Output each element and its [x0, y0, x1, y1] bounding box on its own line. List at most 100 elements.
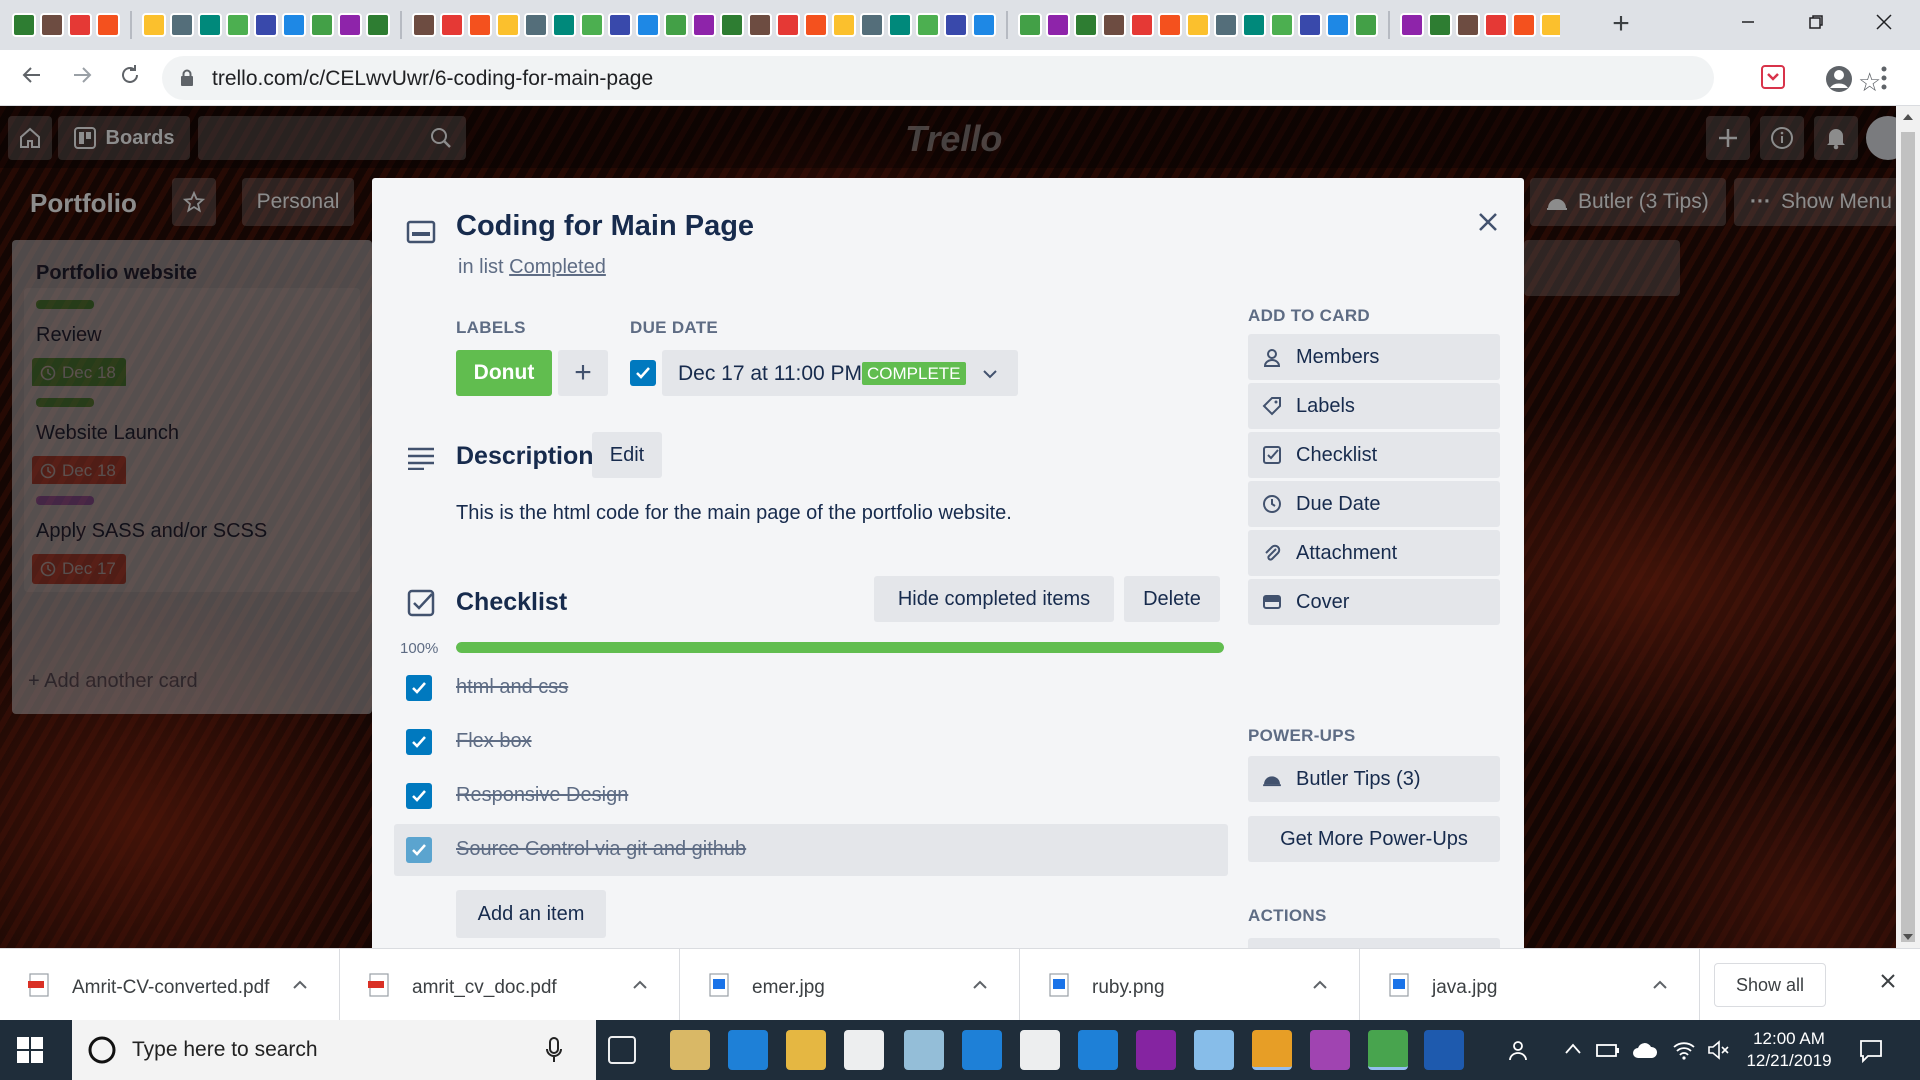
action-button-partial[interactable] — [1248, 938, 1500, 948]
tab-favicon-icon[interactable] — [496, 13, 520, 37]
maps-pin-icon[interactable] — [1310, 1030, 1350, 1070]
add-due-date-button[interactable]: Due Date — [1248, 481, 1500, 527]
battery-icon[interactable] — [1596, 1040, 1620, 1060]
notes-app-icon[interactable] — [904, 1030, 944, 1070]
tab-favicon-icon[interactable] — [860, 13, 884, 37]
edit-description-button[interactable]: Edit — [592, 432, 662, 478]
tab-favicon-icon[interactable] — [68, 13, 92, 37]
tab-favicon-icon[interactable] — [1270, 13, 1294, 37]
reload-button[interactable] — [114, 62, 146, 94]
tab-favicon-icon[interactable] — [142, 13, 166, 37]
download-item[interactable]: emer.jpg — [680, 949, 1020, 1021]
tab-favicon-icon[interactable] — [1046, 13, 1070, 37]
add-checklist-item-button[interactable]: Add an item — [456, 890, 606, 938]
profile-avatar-icon[interactable] — [1824, 64, 1854, 94]
checklist-heading[interactable]: Checklist — [456, 588, 567, 617]
tab-favicon-icon[interactable] — [664, 13, 688, 37]
kebab-menu-icon[interactable] — [1880, 64, 1888, 92]
tab-favicon-icon[interactable] — [888, 13, 912, 37]
tab-favicon-icon[interactable] — [254, 13, 278, 37]
restore-button[interactable] — [1782, 0, 1850, 44]
tab-favicon-icon[interactable] — [1298, 13, 1322, 37]
scroll-down-icon[interactable] — [1902, 932, 1914, 942]
word-icon[interactable] — [1424, 1030, 1464, 1070]
download-item[interactable]: amrit_cv_doc.pdf — [340, 949, 680, 1021]
chevron-up-icon[interactable] — [1650, 975, 1670, 995]
tab-favicon-icon[interactable] — [198, 13, 222, 37]
tab-favicon-icon[interactable] — [226, 13, 250, 37]
tab-favicon-icon[interactable] — [40, 13, 64, 37]
tab-favicon-icon[interactable] — [916, 13, 940, 37]
tab-favicon-icon[interactable] — [1074, 13, 1098, 37]
scroll-thumb[interactable] — [1901, 132, 1915, 942]
tab-favicon-icon[interactable] — [96, 13, 120, 37]
add-members-button[interactable]: Members — [1248, 334, 1500, 380]
windows-start-icon[interactable] — [16, 1036, 44, 1064]
checklist-item[interactable]: Source Control via git and github — [394, 824, 1228, 876]
due-date-button[interactable]: Dec 17 at 11:00 PM COMPLETE — [662, 350, 1018, 396]
tab-favicon-icon[interactable] — [1354, 13, 1378, 37]
tab-favicon-icon[interactable] — [524, 13, 548, 37]
tab-favicon-icon[interactable] — [1242, 13, 1266, 37]
delete-checklist-button[interactable]: Delete — [1124, 576, 1220, 622]
tab-favicon-icon[interactable] — [412, 13, 436, 37]
folder-icon[interactable] — [786, 1030, 826, 1070]
tab-favicon-icon[interactable] — [720, 13, 744, 37]
tab-favicon-icon[interactable] — [748, 13, 772, 37]
card-title[interactable]: Coding for Main Page — [456, 210, 754, 243]
tab-favicon-icon[interactable] — [468, 13, 492, 37]
close-window-button[interactable] — [1850, 0, 1918, 44]
volume-muted-icon[interactable] — [1706, 1038, 1730, 1062]
hide-completed-button[interactable]: Hide completed items — [874, 576, 1114, 622]
tab-favicon-icon[interactable] — [1456, 13, 1480, 37]
tab-favicon-icon[interactable] — [636, 13, 660, 37]
add-label-button[interactable]: + — [558, 350, 608, 396]
tab-favicon-icon[interactable] — [170, 13, 194, 37]
new-tab-button[interactable]: + — [1605, 9, 1637, 41]
onedrive-cloud-icon[interactable] — [1632, 1040, 1658, 1060]
checklist-item-checkbox[interactable] — [406, 783, 432, 809]
tab-favicon-icon[interactable] — [12, 13, 36, 37]
paint-icon[interactable] — [1194, 1030, 1234, 1070]
download-item[interactable]: java.jpg — [1360, 949, 1700, 1021]
add-labels-button[interactable]: Labels — [1248, 383, 1500, 429]
tab-favicon-icon[interactable] — [1540, 13, 1560, 37]
tab-favicon-icon[interactable] — [608, 13, 632, 37]
tab-favicon-icon[interactable] — [1018, 13, 1042, 37]
tab-favicon-icon[interactable] — [1400, 13, 1424, 37]
download-item[interactable]: Amrit-CV-converted.pdf — [0, 949, 340, 1021]
tab-favicon-icon[interactable] — [1326, 13, 1350, 37]
tab-favicon-icon[interactable] — [972, 13, 996, 37]
slack-icon[interactable] — [1020, 1030, 1060, 1070]
tab-favicon-icon[interactable] — [1484, 13, 1508, 37]
description-text[interactable]: This is the html code for the main page … — [456, 502, 1012, 525]
scroll-up-icon[interactable] — [1902, 112, 1914, 122]
tab-favicon-icon[interactable] — [1428, 13, 1452, 37]
winrar-icon[interactable] — [1136, 1030, 1176, 1070]
tab-favicon-icon[interactable] — [1214, 13, 1238, 37]
tab-favicon-icon[interactable] — [440, 13, 464, 37]
taskbar-search-box[interactable]: Type here to search — [72, 1020, 596, 1080]
tab-favicon-icon[interactable] — [1186, 13, 1210, 37]
bookmark-star-icon[interactable]: ☆ — [1858, 67, 1881, 98]
task-view-icon[interactable] — [608, 1036, 636, 1064]
people-icon[interactable] — [1508, 1038, 1532, 1062]
label-donut[interactable]: Donut — [456, 350, 552, 396]
tab-favicon-icon[interactable] — [1158, 13, 1182, 37]
tab-favicon-icon[interactable] — [282, 13, 306, 37]
checklist-item-checkbox[interactable] — [406, 729, 432, 755]
url-bar[interactable]: trello.com/c/CELwvUwr/6-coding-for-main-… — [162, 56, 1881, 100]
action-center-icon[interactable] — [1858, 1038, 1884, 1064]
chevron-up-icon[interactable] — [1564, 1042, 1582, 1056]
close-dialog-button[interactable] — [1468, 202, 1508, 242]
checklist-item-checkbox[interactable] — [406, 675, 432, 701]
edge-icon[interactable] — [728, 1030, 768, 1070]
tab-favicon-icon[interactable] — [944, 13, 968, 37]
chevron-up-icon[interactable] — [630, 975, 650, 995]
vscode-icon[interactable] — [1078, 1030, 1118, 1070]
chevron-up-icon[interactable] — [1310, 975, 1330, 995]
tab-favicon-icon[interactable] — [338, 13, 362, 37]
tab-favicon-icon[interactable] — [1512, 13, 1536, 37]
pocket-extension-icon[interactable] — [1760, 64, 1786, 90]
show-all-downloads-button[interactable]: Show all — [1714, 963, 1826, 1007]
